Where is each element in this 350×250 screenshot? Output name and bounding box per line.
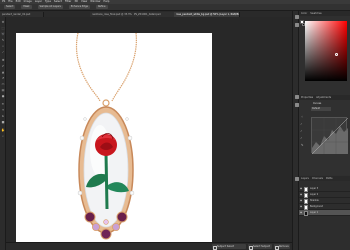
right-panels: Color Swatches Properties Adjustments Cu… [299, 11, 350, 250]
eraser-icon[interactable]: ▭ [1, 82, 5, 86]
select-subject-button[interactable]: Select Subject [248, 244, 272, 250]
layers-panel-tabs: Layers Channels Paths [299, 176, 350, 181]
pen-icon[interactable]: ✒ [1, 102, 5, 106]
canvas-workspace[interactable] [6, 17, 292, 250]
tab-swatches[interactable]: Swatches [310, 12, 321, 15]
option-select[interactable]: Select [4, 5, 16, 9]
tab-paths[interactable]: Paths [326, 177, 333, 180]
tab-color[interactable]: Color [301, 12, 307, 15]
curves-graph[interactable] [311, 117, 349, 155]
history-icon[interactable] [294, 15, 299, 19]
properties-panel: Properties Adjustments Curves Default ☝ … [299, 95, 350, 175]
path-select-icon[interactable]: ➤ [1, 114, 5, 118]
crop-icon[interactable]: ⌗ [1, 44, 5, 48]
properties-icon[interactable] [294, 95, 299, 99]
option-refine[interactable]: Refine [96, 5, 108, 9]
target-adjust-icon[interactable]: ☝ [301, 115, 307, 119]
layers-icon[interactable] [294, 177, 299, 181]
document-canvas[interactable] [16, 33, 212, 250]
curves-histogram [311, 117, 349, 155]
layer-name: Layer 1 [310, 211, 319, 214]
heal-icon[interactable]: ✚ [1, 58, 5, 62]
eyedropper-gray-icon[interactable]: ⁄ [301, 129, 307, 133]
type-icon[interactable]: T [1, 108, 5, 112]
layer-thumbnail [304, 204, 308, 210]
option-enhance-edge[interactable]: Enhance Edge [68, 5, 90, 9]
zoom-icon[interactable]: ⌕ [1, 134, 5, 138]
options-bar: Select Mask Sample All Layers Enhance Ed… [0, 4, 350, 11]
shape-icon[interactable]: ■ [1, 120, 5, 124]
layer-thumbnail [304, 186, 308, 192]
layer-thumbnail [304, 198, 308, 204]
layers-panel: Layers Channels Paths ◉ Layer 3 ◉ Layer … [299, 176, 350, 250]
curve-pencil-icon[interactable]: ✎ [301, 143, 307, 147]
tab-adjustments[interactable]: Adjustments [316, 96, 331, 99]
eye-icon[interactable]: ◉ [300, 187, 303, 190]
eye-icon[interactable]: ◉ [300, 199, 303, 202]
properties-title: Curves [313, 102, 322, 105]
color-picker-marker[interactable] [335, 53, 338, 56]
hand-icon[interactable]: ✋ [1, 128, 5, 132]
tab-properties[interactable]: Properties [301, 96, 313, 99]
move-icon[interactable]: ✥ [1, 20, 5, 24]
eyedropper-icon[interactable]: ⁄ [1, 50, 5, 54]
lasso-icon[interactable]: ➰ [1, 32, 5, 36]
dodge-icon[interactable]: ● [1, 94, 5, 98]
marquee-icon[interactable]: ⬚ [1, 26, 5, 30]
tab-layers[interactable]: Layers [301, 177, 309, 180]
eye-icon[interactable]: ◉ [300, 193, 303, 196]
stamp-icon[interactable]: ▲ [1, 70, 5, 74]
eye-icon[interactable]: ◉ [300, 205, 303, 208]
panel-icon-strip [292, 11, 299, 250]
contextual-task-bar: Subject Select Select Subject Remove [6, 242, 292, 250]
layer-thumbnail [304, 210, 308, 216]
properties-panel-tabs: Properties Adjustments [299, 95, 350, 100]
tab-channels[interactable]: Channels [312, 177, 323, 180]
layer-thumbnail [304, 192, 308, 198]
eyedropper-black-icon[interactable]: ⁄ [301, 122, 307, 126]
color-field[interactable] [305, 21, 347, 81]
curves-preset-select[interactable]: Default [311, 107, 331, 111]
layer-row-selected[interactable]: ◉ Layer 1 [299, 210, 350, 216]
pendant-necklace-image [75, 33, 137, 240]
option-sample-all-layers[interactable]: Sample All Layers [37, 5, 63, 9]
history-brush-icon[interactable]: ↺ [1, 76, 5, 80]
brush-settings-icon[interactable] [294, 23, 299, 27]
option-mask[interactable]: Mask [21, 5, 32, 9]
gradient-icon[interactable]: ▤ [1, 88, 5, 92]
eye-icon[interactable]: ◉ [300, 211, 303, 214]
color-panel-tabs: Color Swatches [299, 11, 350, 16]
eyedropper-white-icon[interactable]: ⁄ [301, 136, 307, 140]
quick-select-icon[interactable]: ✎ [1, 38, 5, 42]
brush-icon[interactable]: ✐ [1, 64, 5, 68]
subject-select-button[interactable]: Subject Select [212, 244, 246, 250]
remove-button[interactable]: Remove [274, 244, 290, 250]
adjustments-icon[interactable] [294, 103, 299, 107]
